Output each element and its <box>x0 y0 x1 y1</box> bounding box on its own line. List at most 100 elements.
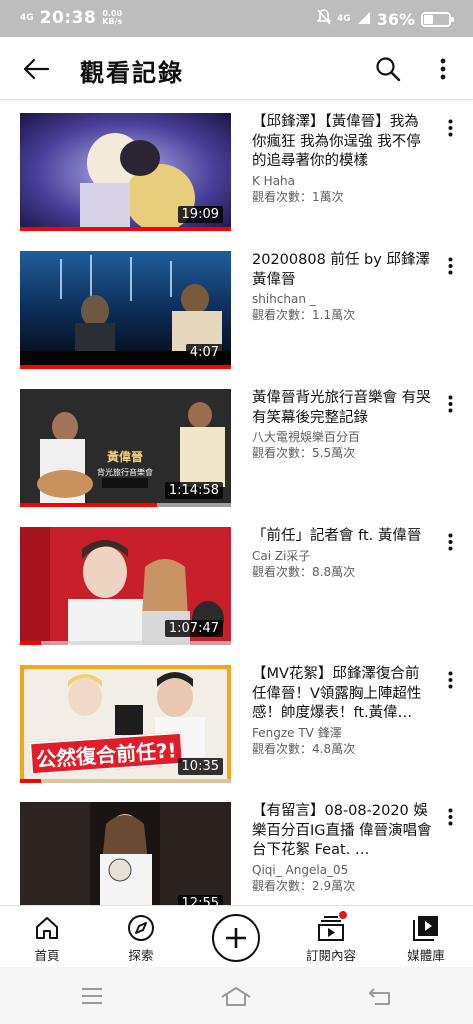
watch-progress <box>20 365 231 369</box>
video-action-menu[interactable] <box>438 389 462 419</box>
video-duration: 1:07:47 <box>164 620 223 637</box>
home-outline-icon <box>221 987 251 1006</box>
more-vert-icon <box>440 58 446 80</box>
search-icon <box>376 57 401 82</box>
video-title: 【有留言】08-08-2020 娛樂百分百IG直播 偉晉演唱會台下花絮 Feat… <box>252 803 432 858</box>
watch-progress <box>20 503 231 507</box>
video-title: 黃偉晉背光旅行音樂會 有哭有笑幕後完整記錄 <box>252 390 431 426</box>
video-thumbnail[interactable]: 1:07:47 <box>20 527 231 645</box>
video-item[interactable]: 4:07 20200808 前任 by 邱鋒澤 黃偉晉 shihchan _ 觀… <box>0 251 473 381</box>
create-button[interactable] <box>212 914 260 962</box>
view-count: 觀看次數：1.1萬次 <box>252 308 356 322</box>
more-vert-icon <box>448 119 452 137</box>
battery-level <box>424 14 433 24</box>
video-item[interactable]: 1:07:47 「前任」記者會 ft. 黃偉晉 Cai Zi采子 觀看次數：8.… <box>0 527 473 657</box>
more-vert-icon <box>448 395 452 413</box>
video-item[interactable]: 12:55 【有留言】08-08-2020 娛樂百分百IG直播 偉晉演唱會台下花… <box>0 802 473 905</box>
more-vert-icon <box>448 808 452 826</box>
svg-text:背光旅行音樂會: 背光旅行音樂會 <box>97 467 153 477</box>
video-thumbnail[interactable]: 黃偉晉 背光旅行音樂會 1:14:58 <box>20 389 231 507</box>
video-meta[interactable]: 【MV花絮】邱鋒澤復合前任偉晉！V領露胸上陣超性感！帥度爆表！ft.黃偉… Fe… <box>252 665 432 757</box>
subscriptions-icon <box>316 910 348 943</box>
search-button[interactable] <box>370 51 406 87</box>
battery-percent: 36% <box>376 9 415 29</box>
video-action-menu[interactable] <box>438 802 462 832</box>
back-button[interactable] <box>18 51 54 87</box>
history-list[interactable]: 19:09 【邱鋒澤】【黃偉晉】我為你瘋狂 我為你逞強 我不停的追尋著你的模樣 … <box>0 100 473 905</box>
network-type: 4G <box>337 13 351 24</box>
nav-label: 探索 <box>128 948 154 963</box>
video-item[interactable]: 黃偉晉 背光旅行音樂會 1:14:58 黃偉晉背光旅行音樂會 有哭有笑幕後完整記… <box>0 389 473 519</box>
compass-icon <box>126 913 156 943</box>
more-options-button[interactable] <box>428 51 458 87</box>
menu-icon <box>82 988 102 1004</box>
watch-progress-fill <box>20 641 42 645</box>
app-bar: 觀看記錄 <box>0 37 473 100</box>
notification-dot <box>338 910 348 920</box>
video-title: 「前任」記者會 ft. 黃偉晉 <box>252 528 422 544</box>
more-vert-icon <box>448 671 452 689</box>
channel-name: 八大電視娛樂百分百 <box>252 430 361 444</box>
watch-progress-fill <box>20 779 42 783</box>
video-duration: 19:09 <box>177 206 223 223</box>
nav-home[interactable]: 首頁 <box>7 906 87 968</box>
home-icon <box>32 913 62 943</box>
watch-progress <box>20 779 231 783</box>
video-duration: 4:07 <box>185 344 223 361</box>
network-speed: 0.00 KB/s <box>102 10 122 26</box>
video-action-menu[interactable] <box>438 113 462 143</box>
video-meta[interactable]: 「前任」記者會 ft. 黃偉晉 Cai Zi采子 觀看次數：8.8萬次 <box>252 527 432 580</box>
channel-name: Cai Zi采子 <box>252 548 311 563</box>
view-count: 觀看次數：5.5萬次 <box>252 446 356 460</box>
video-thumbnail[interactable]: 4:07 <box>20 251 231 369</box>
add-circle-icon <box>226 928 246 948</box>
cell-signal-icon <box>357 10 371 29</box>
video-action-menu[interactable] <box>438 251 462 281</box>
nav-label: 訂閱內容 <box>305 948 356 963</box>
arrow-left-icon <box>23 58 50 80</box>
video-duration: 10:35 <box>177 758 223 775</box>
signal-indicator: 4G <box>20 12 34 23</box>
page-title: 觀看記錄 <box>80 59 184 87</box>
video-action-menu[interactable] <box>438 527 462 557</box>
video-action-menu[interactable] <box>438 665 462 695</box>
network-speed-unit: KB/s <box>102 17 123 26</box>
video-title: 【邱鋒澤】【黃偉晉】我為你瘋狂 我為你逞強 我不停的追尋著你的模樣 <box>252 114 421 169</box>
nav-library[interactable]: 媒體庫 <box>386 906 466 968</box>
battery-icon <box>421 11 454 27</box>
video-duration: 12:55 <box>177 895 223 905</box>
clock: 20:38 <box>39 8 97 28</box>
watch-progress-fill <box>20 503 158 507</box>
video-duration: 1:14:58 <box>164 482 223 499</box>
more-vert-icon <box>448 533 452 551</box>
svg-text:黃偉晉: 黃偉晉 <box>106 449 143 464</box>
back-icon <box>369 988 390 1005</box>
nav-label: 媒體庫 <box>407 948 445 963</box>
video-title: 【MV花絮】邱鋒澤復合前任偉晉！V領露胸上陣超性感！帥度爆表！ft.黃偉… <box>252 666 422 721</box>
status-bar: 4G 20:38 0.00 KB/s 4G 36% <box>0 0 473 37</box>
video-thumbnail[interactable]: 19:09 <box>20 113 231 231</box>
view-count: 觀看次數：8.8萬次 <box>252 564 356 579</box>
video-item[interactable]: 19:09 【邱鋒澤】【黃偉晉】我為你瘋狂 我為你逞強 我不停的追尋著你的模樣 … <box>0 113 473 243</box>
video-thumbnail[interactable]: 公然復合前任?! 10:35 <box>20 665 231 783</box>
nav-subscriptions[interactable]: 訂閱內容 <box>291 906 371 968</box>
nav-explore[interactable]: 探索 <box>101 906 181 968</box>
view-count: 觀看次數：1萬次 <box>252 189 344 204</box>
channel-name: K Haha <box>252 173 296 188</box>
bottom-navigation: 首頁 探索 訂閱內容 媒體庫 <box>0 905 473 967</box>
video-meta[interactable]: 【邱鋒澤】【黃偉晉】我為你瘋狂 我為你逞強 我不停的追尋著你的模樣 K Haha… <box>252 113 432 205</box>
video-thumbnail[interactable]: 12:55 <box>20 802 231 905</box>
video-title: 20200808 前任 by 邱鋒澤 黃偉晉 <box>252 252 430 288</box>
video-meta[interactable]: 【有留言】08-08-2020 娛樂百分百IG直播 偉晉演唱會台下花絮 Feat… <box>252 802 432 894</box>
system-menu-button[interactable] <box>72 982 112 1010</box>
video-meta[interactable]: 20200808 前任 by 邱鋒澤 黃偉晉 shihchan _ 觀看次數：1… <box>252 251 432 323</box>
system-back-button[interactable] <box>360 982 400 1010</box>
channel-name: Qiqi_ Angela_05 <box>252 862 349 877</box>
system-home-button[interactable] <box>216 982 256 1010</box>
watch-progress-fill <box>20 365 231 369</box>
channel-name: shihchan _ <box>252 292 316 306</box>
video-meta[interactable]: 黃偉晉背光旅行音樂會 有哭有笑幕後完整記錄 八大電視娛樂百分百 觀看次數：5.5… <box>252 389 432 461</box>
view-count: 觀看次數：2.9萬次 <box>252 878 356 893</box>
system-navigation-bar <box>0 967 473 1024</box>
video-item[interactable]: 公然復合前任?! 10:35 【MV花絮】邱鋒澤復合前任偉晉！V領露胸上陣超性感… <box>0 665 473 795</box>
